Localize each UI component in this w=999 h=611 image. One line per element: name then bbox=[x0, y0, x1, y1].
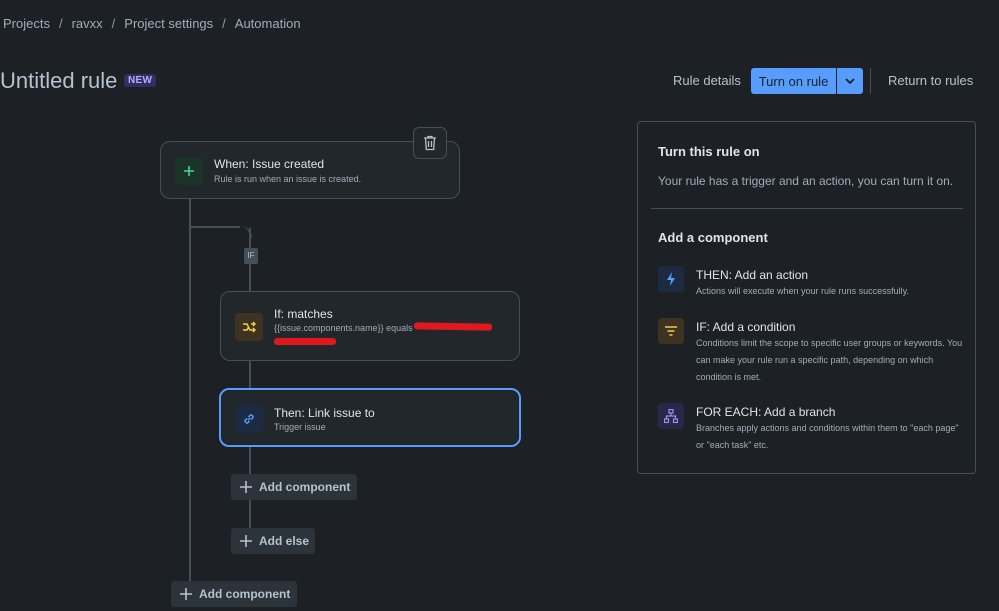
panel-divider bbox=[651, 208, 963, 209]
add-component-label: Add component bbox=[259, 480, 351, 494]
add-component-branch-button[interactable]: Add component bbox=[231, 474, 357, 500]
branch-connector-line bbox=[190, 226, 240, 228]
add-else-button[interactable]: Add else bbox=[231, 528, 315, 554]
breadcrumb-project[interactable]: ravxx bbox=[72, 16, 103, 31]
plus-icon bbox=[240, 481, 252, 493]
add-component-heading: Add a component bbox=[658, 230, 768, 245]
header-divider bbox=[870, 68, 871, 94]
redaction-mark bbox=[274, 338, 336, 345]
chevron-down-icon bbox=[845, 78, 855, 84]
filter-icon bbox=[658, 318, 684, 344]
condition-card[interactable]: If: matches {{issue.components.name}} eq… bbox=[220, 291, 520, 361]
add-action-option[interactable]: THEN: Add an action Actions will execute… bbox=[658, 266, 958, 302]
turn-on-rule-dropdown-button[interactable] bbox=[836, 68, 863, 94]
breadcrumb-separator: / bbox=[111, 16, 116, 31]
breadcrumb: Projects / ravxx / Project settings / Au… bbox=[3, 16, 301, 31]
condition-subtitle: {{issue.components.name}} equals bbox=[274, 323, 413, 333]
rule-details-button[interactable]: Rule details bbox=[673, 73, 741, 88]
if-badge: IF bbox=[244, 248, 258, 264]
breadcrumb-separator: / bbox=[58, 16, 63, 31]
panel-heading: Turn this rule on bbox=[658, 144, 760, 159]
component-title: IF: Add a condition bbox=[696, 320, 796, 334]
breadcrumb-separator: / bbox=[222, 16, 226, 31]
panel-description: Your rule has a trigger and an action, y… bbox=[658, 174, 954, 188]
trigger-subtitle: Rule is run when an issue is created. bbox=[214, 174, 362, 184]
turn-on-rule-button[interactable]: Turn on rule bbox=[751, 68, 836, 94]
component-title: THEN: Add an action bbox=[696, 268, 809, 282]
breadcrumb-projects[interactable]: Projects bbox=[3, 16, 50, 31]
lightning-icon bbox=[658, 266, 684, 292]
plus-icon bbox=[180, 588, 192, 600]
component-title: FOR EACH: Add a branch bbox=[696, 405, 836, 419]
main-flow-line bbox=[189, 198, 191, 581]
redaction-mark bbox=[413, 322, 493, 331]
new-badge: NEW bbox=[124, 74, 157, 87]
component-description: Actions will execute when your rule runs… bbox=[696, 286, 909, 296]
hierarchy-icon bbox=[658, 403, 684, 429]
link-icon bbox=[235, 405, 263, 433]
delete-button[interactable] bbox=[413, 127, 447, 159]
plus-icon bbox=[175, 157, 203, 185]
plus-icon bbox=[240, 535, 252, 547]
action-title: Then: Link issue to bbox=[274, 406, 375, 420]
breadcrumb-automation[interactable]: Automation bbox=[235, 16, 301, 31]
branch-icon bbox=[235, 313, 263, 341]
breadcrumb-project-settings[interactable]: Project settings bbox=[124, 16, 213, 31]
action-card[interactable]: Then: Link issue to Trigger issue bbox=[219, 388, 521, 447]
trash-icon bbox=[424, 135, 436, 151]
branch-flow-line bbox=[249, 361, 251, 389]
add-condition-option[interactable]: IF: Add a condition Conditions limit the… bbox=[658, 318, 962, 388]
add-else-label: Add else bbox=[259, 534, 310, 548]
add-component-button[interactable]: Add component bbox=[171, 581, 297, 607]
add-component-label: Add component bbox=[199, 587, 291, 601]
component-description: Conditions limit the scope to specific u… bbox=[696, 338, 963, 382]
add-branch-option[interactable]: FOR EACH: Add a branch Branches apply ac… bbox=[658, 403, 959, 458]
page-title[interactable]: Untitled rule bbox=[0, 68, 117, 94]
action-subtitle: Trigger issue bbox=[274, 422, 326, 432]
condition-title: If: matches bbox=[274, 307, 333, 321]
trigger-title: When: Issue created bbox=[214, 157, 325, 171]
return-to-rules-button[interactable]: Return to rules bbox=[888, 73, 973, 88]
component-panel: Turn this rule on Your rule has a trigge… bbox=[637, 121, 976, 474]
component-description: Branches apply actions and conditions wi… bbox=[696, 423, 959, 450]
